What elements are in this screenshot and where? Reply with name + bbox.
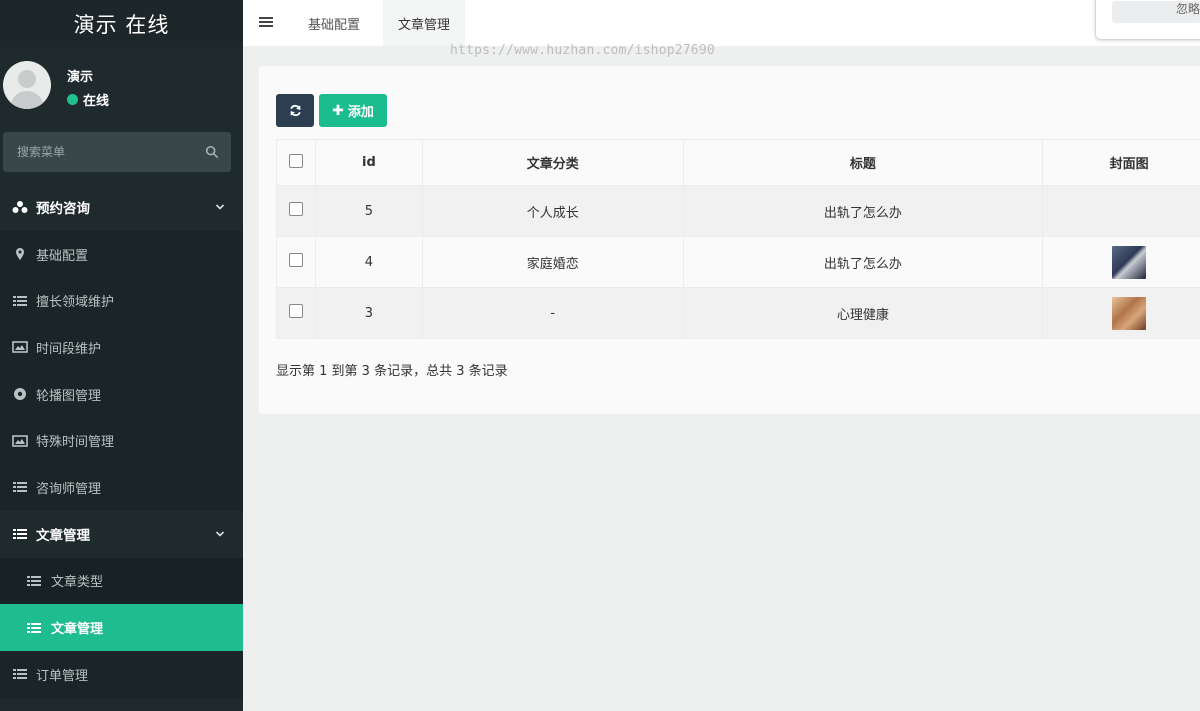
cell-title: 出轨了怎么办: [682, 185, 1044, 237]
sitemap-icon: [12, 201, 28, 214]
watermark-url: https://www.huzhan.com/ishop27690: [450, 43, 715, 58]
tab-basic-config[interactable]: 基础配置: [293, 0, 375, 46]
menu-label: 订单管理: [36, 668, 89, 684]
sidebar-item-special-time[interactable]: 特殊时间管理: [0, 417, 243, 465]
menu-label: 擅长领域维护: [36, 295, 115, 311]
avatar: [3, 61, 51, 109]
content-panel: ✚ 添加 id 文章分类 标题 封面图 5 个人成长 出轨了怎么办 4 家庭婚恋…: [259, 66, 1200, 414]
select-all-checkbox[interactable]: [288, 153, 303, 168]
cover-thumbnail[interactable]: [1112, 245, 1147, 279]
menu-search-input[interactable]: [17, 145, 205, 159]
menu-group-appointment[interactable]: 预约咨询: [0, 184, 243, 231]
menu-group-articles[interactable]: 文章管理: [0, 511, 243, 558]
sidebar-item-carousel[interactable]: 轮播图管理: [0, 370, 243, 418]
add-button[interactable]: ✚ 添加: [319, 94, 387, 127]
cell-id: 3: [314, 287, 423, 339]
menu-label: 预约咨询: [36, 201, 90, 218]
chevron-down-icon: [215, 531, 225, 537]
search-icon[interactable]: [205, 145, 219, 159]
sidebar-item-orders[interactable]: 订单管理: [0, 650, 243, 698]
sidebar: 演示 在线 演示 在线 预约咨询 基础配置: [0, 0, 243, 711]
column-header-cover[interactable]: 封面图: [1042, 139, 1200, 186]
hamburger-menu-icon[interactable]: [258, 15, 274, 29]
sidebar-item-counselors[interactable]: 咨询师管理: [0, 464, 243, 511]
sidebar-item-expertise[interactable]: 擅长领域维护: [0, 277, 243, 325]
row-checkbox[interactable]: [288, 202, 303, 216]
refresh-icon: [290, 104, 300, 117]
menu-label: 特殊时间管理: [36, 435, 115, 451]
menu-label: 时间段维护: [36, 341, 102, 357]
refresh-button[interactable]: [276, 94, 314, 127]
article-table: id 文章分类 标题 封面图 5 个人成长 出轨了怎么办 4 家庭婚恋 出轨了怎…: [276, 139, 1200, 339]
row-checkbox[interactable]: [288, 253, 303, 267]
user-status-label: 在线: [83, 94, 110, 109]
plus-icon: ✚: [332, 102, 344, 119]
corner-text[interactable]: 忽略: [1176, 0, 1200, 17]
table-header-row: id 文章分类 标题 封面图: [276, 139, 1200, 186]
user-name: 演示: [67, 70, 94, 85]
menu-search: [3, 132, 231, 172]
user-panel: 演示 在线: [0, 58, 243, 118]
cell-cover: [1042, 236, 1200, 288]
menu-label: 文章类型: [51, 575, 104, 591]
list-icon: [13, 295, 27, 306]
top-nav: 基础配置 文章管理 忽略: [243, 0, 1200, 46]
chevron-down-icon: [215, 204, 225, 210]
cell-category: -: [421, 287, 684, 339]
list-icon: [13, 482, 27, 493]
table-row[interactable]: 5 个人成长 出轨了怎么办: [276, 185, 1200, 237]
sidebar-item-timeslots[interactable]: 时间段维护: [0, 324, 243, 371]
cell-title: 出轨了怎么办: [682, 236, 1044, 288]
tab-article-management[interactable]: 文章管理: [383, 0, 466, 46]
menu-label: 文章管理: [36, 528, 90, 545]
list-icon: [27, 622, 41, 633]
online-status-dot-icon: [67, 94, 78, 105]
dot-circle-icon: [14, 388, 26, 401]
sidebar-item-article-types[interactable]: 文章类型: [0, 557, 243, 605]
cell-category: 家庭婚恋: [421, 236, 684, 288]
map-marker-icon: [16, 248, 24, 261]
pagination-info: 显示第 1 到第 3 条记录，总共 3 条记录: [276, 364, 508, 379]
menu-label: 轮播图管理: [36, 388, 102, 404]
cell-id: 5: [314, 185, 423, 237]
sidebar-item-article-management[interactable]: 文章管理: [0, 604, 243, 651]
menu-label: 文章管理: [51, 622, 104, 638]
column-header-title[interactable]: 标题: [682, 139, 1044, 186]
table-row[interactable]: 3 - 心理健康: [276, 287, 1200, 339]
column-header-id[interactable]: id: [314, 139, 423, 186]
column-header-category[interactable]: 文章分类: [421, 139, 684, 186]
list-icon: [13, 669, 27, 680]
row-select-cell: [276, 236, 316, 288]
brand-title[interactable]: 演示 在线: [0, 0, 243, 47]
sidebar-item-basic-config[interactable]: 基础配置: [0, 230, 243, 278]
cell-cover: [1042, 185, 1200, 237]
list-icon: [13, 529, 27, 540]
row-checkbox[interactable]: [288, 304, 303, 318]
image-icon: [12, 434, 28, 447]
add-button-label: 添加: [347, 105, 374, 120]
user-status: 在线: [67, 90, 109, 109]
sidebar-menu: 预约咨询 基础配置 擅长领域维护 时间段维护 轮播图管理 特殊时间管理 咨询师管…: [0, 184, 243, 698]
cell-cover: [1042, 287, 1200, 339]
row-select-cell: [276, 185, 316, 237]
image-icon: [12, 341, 28, 354]
row-select-cell: [276, 287, 316, 339]
table-row[interactable]: 4 家庭婚恋 出轨了怎么办: [276, 236, 1200, 288]
cell-category: 个人成长: [421, 185, 684, 237]
cell-id: 4: [314, 236, 423, 288]
menu-label: 咨询师管理: [36, 481, 102, 497]
list-icon: [27, 575, 41, 586]
cell-title: 心理健康: [682, 287, 1044, 339]
menu-label: 基础配置: [36, 248, 89, 264]
select-all-cell: [276, 139, 316, 186]
cover-thumbnail[interactable]: [1112, 296, 1147, 330]
